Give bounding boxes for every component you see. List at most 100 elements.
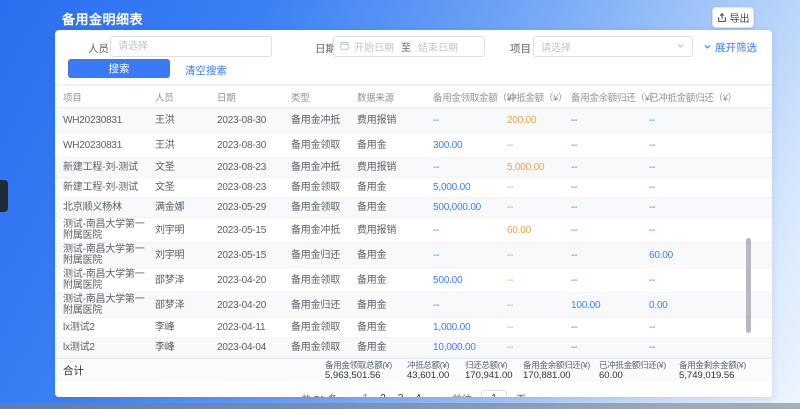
page-number-4[interactable]: 4 xyxy=(412,393,424,397)
export-button[interactable]: 导出 xyxy=(712,7,754,28)
expand-filter-link[interactable]: 展开筛选 xyxy=(703,40,757,55)
total-value: 170,941.00 xyxy=(465,371,523,381)
table-cell: 备用金 xyxy=(349,250,425,261)
totals-row: 合计 备用金领取总额(¥)5,963,501.56冲抵总额(¥)43,601.0… xyxy=(55,358,772,382)
empty-amount: -- xyxy=(499,322,563,333)
empty-amount: -- xyxy=(563,322,641,333)
search-button[interactable]: 搜索 xyxy=(68,59,170,78)
amount-link[interactable]: 500.00 xyxy=(425,275,499,286)
date-start-placeholder: 开始日期 xyxy=(354,39,394,54)
date-separator: 至 xyxy=(401,39,411,54)
column-header: 备用金余额归还（¥） xyxy=(563,90,641,104)
empty-amount: -- xyxy=(425,250,499,261)
goto-page-input[interactable] xyxy=(481,390,507,397)
table-cell: 北京顺义杨林 xyxy=(55,202,147,213)
table-cell: 新建工程-刘-测试 xyxy=(55,182,147,193)
column-header: 数据来源 xyxy=(349,90,425,104)
column-header: 类型 xyxy=(283,90,349,104)
empty-amount: -- xyxy=(425,115,499,126)
total-cell: 备用金剩余金额(¥)5,749,019.56 xyxy=(679,360,772,381)
amount-link[interactable]: 5,000.00 xyxy=(425,182,499,193)
empty-amount: -- xyxy=(425,300,499,311)
table-row: 北京顺义杨林满金娜2023-05-29备用金领取备用金500,000.00---… xyxy=(55,198,772,218)
table-cell: 备用金领取 xyxy=(283,202,349,213)
empty-amount: -- xyxy=(425,162,499,173)
amount-link[interactable]: 1,000.00 xyxy=(425,322,499,333)
table-cell: 备用金 xyxy=(349,182,425,193)
table-cell: 备用金归还 xyxy=(283,250,349,261)
table-cell: 备用金 xyxy=(349,342,425,353)
empty-amount: -- xyxy=(563,342,641,353)
table-cell: 费用报销 xyxy=(349,115,425,126)
total-cell: 备用金余额归还(¥)170,881.00 xyxy=(523,360,599,381)
table-cell: lx测试2 xyxy=(55,342,147,353)
amount-link[interactable]: 60.00 xyxy=(499,225,563,236)
empty-amount: -- xyxy=(641,322,772,333)
table-cell: 备用金领取 xyxy=(283,342,349,353)
total-value: 60.00 xyxy=(599,371,679,381)
empty-amount: -- xyxy=(425,225,499,236)
amount-link[interactable]: 200.00 xyxy=(499,115,563,126)
table-row: 测试-南昌大学第一附属医院邵梦泽2023-04-20备用金领取备用金500.00… xyxy=(55,268,772,293)
amount-link[interactable]: 100.00 xyxy=(563,300,641,311)
total-cell: 备用金领取总额(¥)5,963,501.56 xyxy=(325,360,407,381)
goto-suffix: 页 xyxy=(516,391,526,397)
amount-link[interactable]: 10,000.00 xyxy=(425,342,499,353)
drawer-handle[interactable] xyxy=(0,180,8,212)
prev-page-button[interactable]: ‹ xyxy=(345,392,353,398)
empty-amount: -- xyxy=(563,202,641,213)
table-cell: 备用金 xyxy=(349,300,425,311)
page-title: 备用金明细表 xyxy=(62,9,143,28)
total-label: 备用金剩余金额(¥) xyxy=(679,360,772,370)
page-number-1[interactable]: 1 xyxy=(360,393,372,397)
table-cell: 费用报销 xyxy=(349,225,425,236)
table-cell: 备用金冲抵 xyxy=(283,225,349,236)
empty-amount: -- xyxy=(563,140,641,151)
column-header: 已冲抵金额归还（¥） xyxy=(641,90,772,104)
next-page-button[interactable]: › xyxy=(431,392,439,398)
page-number-2[interactable]: 2 xyxy=(377,393,389,397)
column-header: 日期 xyxy=(209,90,283,104)
column-header: 人员 xyxy=(147,90,209,104)
table-cell: 备用金归还 xyxy=(283,300,349,311)
main-card: 人员 日期 开始日期 至 结束日期 项目 请选择 展开筛选 搜索 清空搜索 xyxy=(55,30,772,397)
page-number-3[interactable]: 3 xyxy=(395,393,407,397)
empty-amount: -- xyxy=(641,342,772,353)
amount-link[interactable]: 0.00 xyxy=(641,300,772,311)
table-cell: 备用金冲抵 xyxy=(283,162,349,173)
total-label: 已冲抵金额归还(¥) xyxy=(599,360,679,370)
export-icon xyxy=(717,13,727,23)
table-cell: 备用金领取 xyxy=(283,140,349,151)
empty-amount: -- xyxy=(641,162,772,173)
table-body: WH20230831王洪2023-08-30备用金冲抵费用报销--200.00-… xyxy=(55,108,772,358)
table-cell: 邵梦泽 xyxy=(147,275,209,286)
person-input[interactable] xyxy=(110,36,272,57)
amount-link[interactable]: 300.00 xyxy=(425,140,499,151)
table-cell: 王洪 xyxy=(147,140,209,151)
empty-amount: -- xyxy=(641,202,772,213)
amount-link[interactable]: 500,000.00 xyxy=(425,202,499,213)
amount-link[interactable]: 60.00 xyxy=(641,250,772,261)
empty-amount: -- xyxy=(563,182,641,193)
column-header: 冲抵金额（¥） xyxy=(499,90,563,104)
table-cell: 备用金 xyxy=(349,275,425,286)
table-cell: 测试-南昌大学第一附属医院 xyxy=(55,244,147,266)
total-value: 170,881.00 xyxy=(523,371,599,381)
clear-search-link[interactable]: 清空搜索 xyxy=(185,63,227,78)
project-label: 项目 xyxy=(510,41,531,56)
date-range-input[interactable]: 开始日期 至 结束日期 xyxy=(333,36,485,57)
column-header: 项目 xyxy=(55,90,147,104)
table-cell: 备用金 xyxy=(349,140,425,151)
calendar-icon xyxy=(340,41,349,53)
table-cell: 2023-08-30 xyxy=(209,115,283,126)
table-row: WH20230831王洪2023-08-30备用金冲抵费用报销--200.00-… xyxy=(55,108,772,133)
table-cell: 2023-05-15 xyxy=(209,225,283,236)
amount-link[interactable]: 5,000.00 xyxy=(499,162,563,173)
empty-amount: -- xyxy=(499,300,563,311)
table-cell: 李峰 xyxy=(147,322,209,333)
vertical-scrollbar[interactable] xyxy=(746,238,751,333)
goto-prefix: 前往 xyxy=(452,391,472,397)
total-value: 5,749,019.56 xyxy=(679,371,772,381)
table-cell: 备用金 xyxy=(349,322,425,333)
project-select[interactable]: 请选择 xyxy=(533,36,693,57)
